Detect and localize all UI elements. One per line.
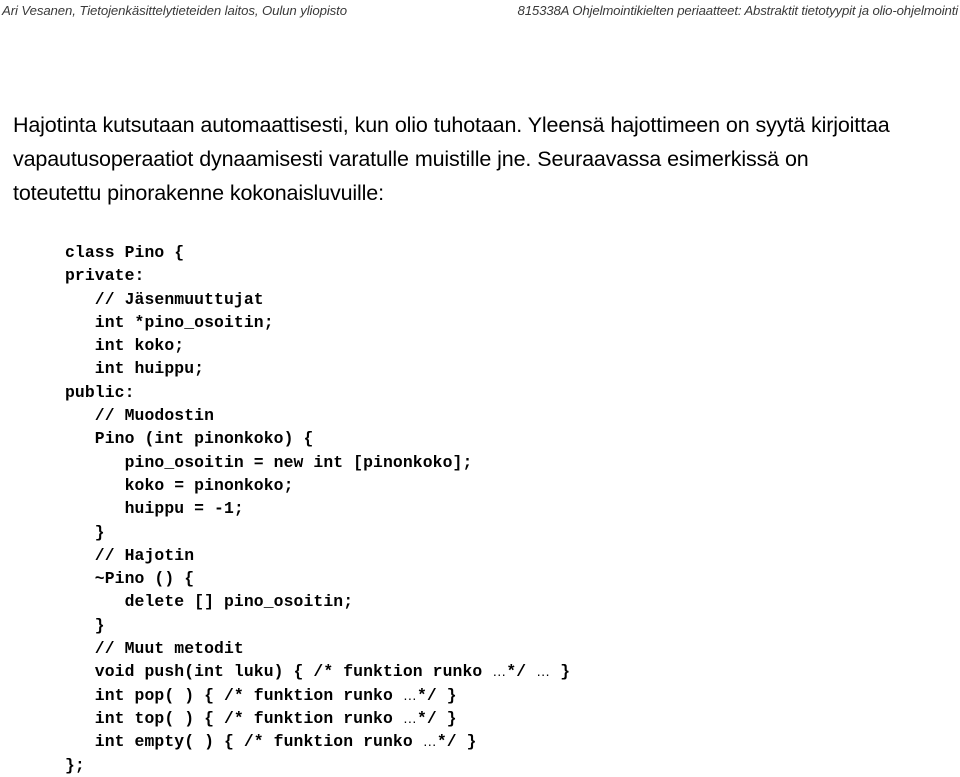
code-line: delete [] pino_osoitin; bbox=[65, 592, 354, 612]
code-line: huippu = -1; bbox=[65, 499, 244, 519]
code-line: int empty( ) { /* funktion runko …*/ } bbox=[65, 732, 477, 752]
ellipsis-glyph: … bbox=[536, 663, 551, 680]
code-line: } bbox=[65, 522, 105, 542]
page-header: Ari Vesanen, Tietojenkäsittelytieteiden … bbox=[0, 0, 960, 48]
body-paragraph: Hajotinta kutsutaan automaattisesti, kun… bbox=[13, 113, 890, 205]
code-line: int koko; bbox=[65, 336, 185, 356]
code-line: Pino (int pinonkoko) { bbox=[65, 429, 314, 449]
code-line: public: bbox=[65, 382, 135, 402]
header-course-title: 815338A Ohjelmointikielten periaatteet: … bbox=[517, 3, 959, 18]
code-line: // Jäsenmuuttujat bbox=[65, 289, 264, 309]
code-line: class Pino { bbox=[65, 243, 185, 262]
code-listing: class Pino { private: // Jäsenmuuttujat i… bbox=[65, 241, 570, 777]
code-line: koko = pinonkoko; bbox=[65, 475, 294, 495]
code-line: int pop( ) { /* funktion runko …*/ } bbox=[65, 685, 457, 705]
code-line: int *pino_osoitin; bbox=[65, 312, 274, 332]
code-line: int huippu; bbox=[65, 359, 205, 379]
ellipsis-glyph: … bbox=[402, 686, 417, 703]
code-line: private: bbox=[65, 266, 145, 286]
code-line: }; bbox=[65, 755, 85, 775]
ellipsis-glyph: … bbox=[492, 663, 507, 680]
code-line: ~Pino () { bbox=[65, 569, 195, 589]
code-line: // Hajotin bbox=[65, 545, 195, 565]
code-line: // Muodostin bbox=[65, 406, 215, 426]
code-line: } bbox=[65, 615, 105, 635]
code-line: // Muut metodit bbox=[65, 639, 244, 659]
ellipsis-glyph: … bbox=[422, 733, 437, 750]
ellipsis-glyph: … bbox=[402, 709, 417, 726]
code-line: pino_osoitin = new int [pinonkoko]; bbox=[65, 452, 473, 472]
code-line: int top( ) { /* funktion runko …*/ } bbox=[65, 708, 457, 728]
header-author-affiliation: Ari Vesanen, Tietojenkäsittelytieteiden … bbox=[2, 3, 347, 18]
code-line: void push(int luku) { /* funktion runko … bbox=[65, 662, 571, 682]
